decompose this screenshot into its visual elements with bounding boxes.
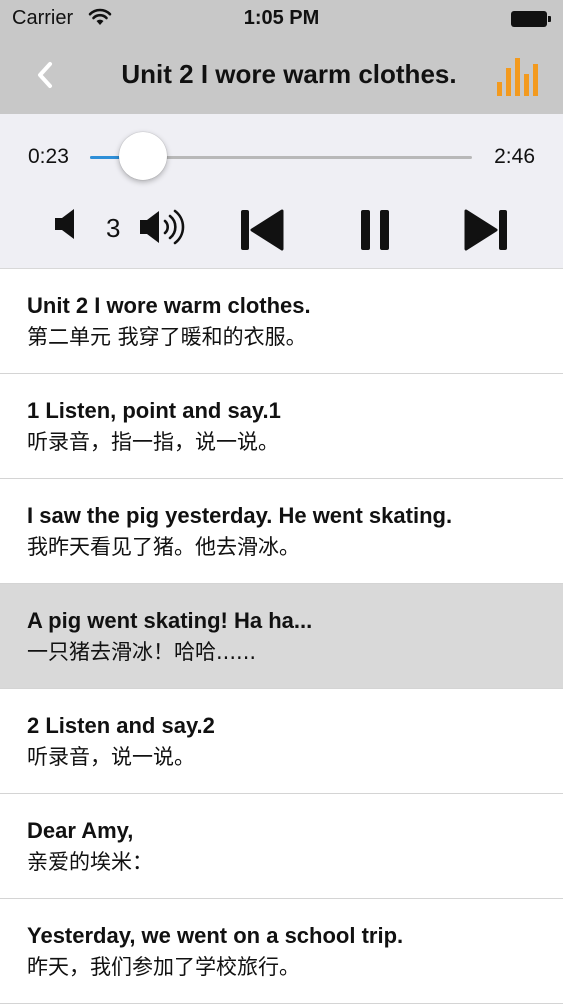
list-item[interactable]: I saw the pig yesterday. He went skating… [0,479,563,584]
progress-thumb[interactable] [119,132,168,180]
list-item[interactable]: Dear Amy, 亲爱的埃米： [0,794,563,899]
total-time: 2:46 [494,145,535,168]
list-item[interactable]: 1 Listen, point and say.1 听录音，指一指，说一说。 [0,374,563,479]
back-button[interactable] [28,56,68,96]
sentence-chinese: 亲爱的埃米： [27,850,153,874]
equalizer-button[interactable] [494,54,538,98]
status-time: 1:05 PM [243,7,320,29]
sentence-english: Unit 2 I wore warm clothes. [27,293,311,318]
audio-player: 0:23 2:46 3 [0,114,563,269]
sentence-chinese: 听录音，指一指，说一说。 [27,430,279,454]
sentence-chinese: 听录音，说一说。 [27,745,195,769]
volume-up-button[interactable] [138,207,192,247]
skip-next-icon [464,209,507,251]
sentence-chinese: 一只猪去滑冰！哈哈...... [27,640,257,664]
sentence-english: Yesterday, we went on a school trip. [27,923,404,948]
sentence-english: I saw the pig yesterday. He went skating… [27,503,453,528]
list-item[interactable]: A pig went skating! Ha ha... 一只猪去滑冰！哈哈..… [0,584,563,689]
equalizer-icon [497,58,538,96]
skip-previous-icon [241,209,284,251]
sentence-chinese: 我昨天看见了猪。他去滑冰。 [27,535,300,559]
sentence-english: Dear Amy, [27,818,134,843]
sentence-english: A pig went skating! Ha ha... [27,608,313,633]
speaker-high-icon [140,209,185,245]
speaker-low-icon [55,209,74,239]
status-bar: Carrier 1:05 PM [0,0,563,38]
page-title: Unit 2 I wore warm clothes. [121,59,457,89]
battery-icon [511,11,551,27]
pause-button[interactable] [358,208,392,252]
sentence-list: Unit 2 I wore warm clothes. 第二单元 我穿了暖和的衣… [0,269,563,1004]
sentence-chinese: 第二单元 我穿了暖和的衣服。 [27,325,307,349]
navigation-bar: Unit 2 I wore warm clothes. [0,38,563,114]
previous-button[interactable] [238,208,286,252]
pause-icon [361,210,389,250]
current-time: 0:23 [28,145,69,168]
sentence-english: 1 Listen, point and say.1 [27,398,281,423]
progress-slider[interactable] [90,132,472,180]
volume-down-button[interactable] [52,207,82,241]
list-item[interactable]: Unit 2 I wore warm clothes. 第二单元 我穿了暖和的衣… [0,269,563,374]
list-item[interactable]: Yesterday, we went on a school trip. 昨天，… [0,899,563,1004]
list-item[interactable]: 2 Listen and say.2 听录音，说一说。 [0,689,563,794]
chevron-left-icon [38,62,52,88]
speed-value: 3 [106,213,121,243]
sentence-chinese: 昨天，我们参加了学校旅行。 [27,955,300,979]
next-button[interactable] [462,208,510,252]
sentence-english: 2 Listen and say.2 [27,713,215,738]
